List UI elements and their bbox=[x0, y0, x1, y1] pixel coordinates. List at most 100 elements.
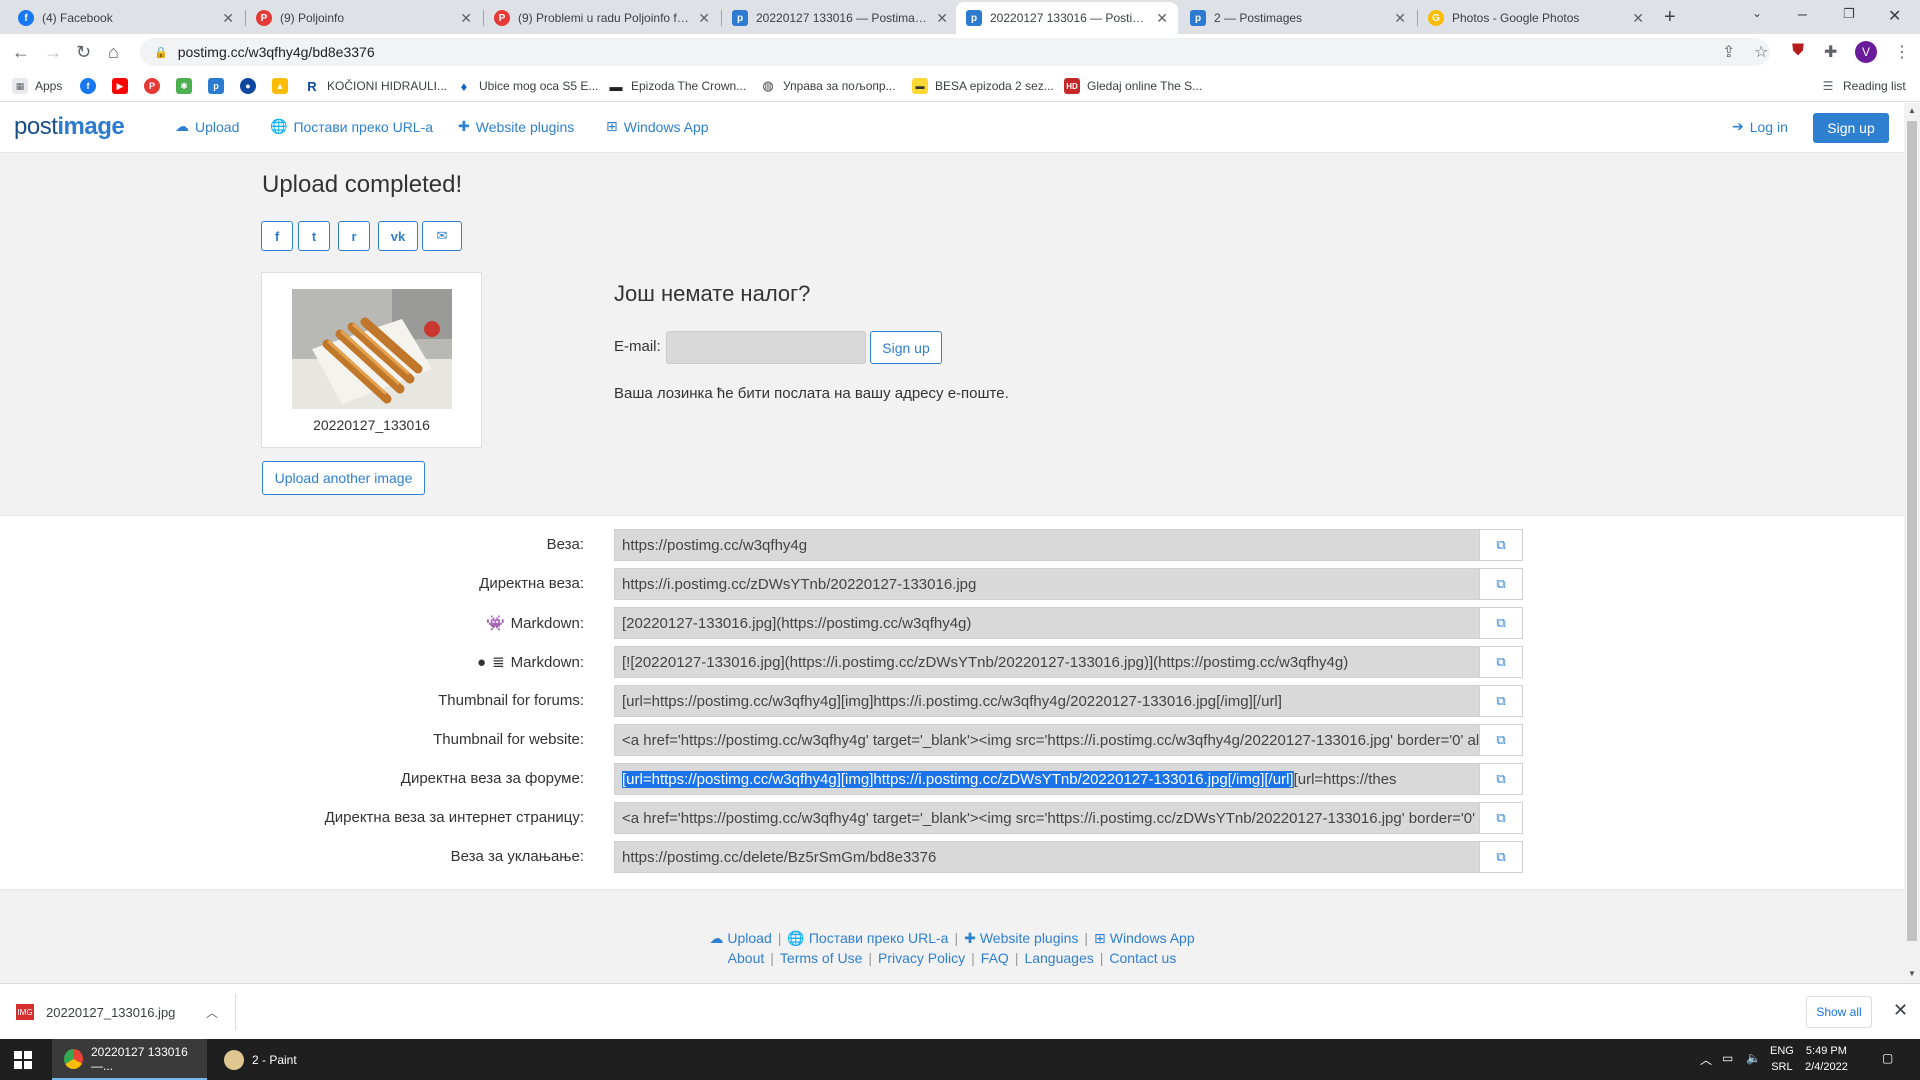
close-icon[interactable]: ✕ bbox=[936, 10, 948, 27]
close-icon[interactable]: ✕ bbox=[1632, 10, 1644, 27]
footer-faq[interactable]: FAQ bbox=[981, 950, 1009, 966]
bookmark-pinwheel[interactable]: ✱ bbox=[176, 76, 199, 96]
footer-terms[interactable]: Terms of Use bbox=[780, 950, 862, 966]
system-clock[interactable]: 5:49 PM 2/4/2022 bbox=[1805, 1043, 1848, 1075]
link-field[interactable]: <a href='https://postimg.cc/w3qfhy4g' ta… bbox=[614, 802, 1480, 834]
network-icon[interactable]: ▭ bbox=[1722, 1051, 1733, 1065]
browser-tab[interactable]: P (9) Problemi u radu Poljoinfo fonda ✕ bbox=[484, 2, 720, 34]
close-icon[interactable]: ✕ bbox=[1893, 1000, 1908, 1021]
nav-upload-url[interactable]: 🌐 Постави преко URL-a bbox=[270, 118, 433, 135]
close-icon[interactable]: ✕ bbox=[1394, 10, 1406, 27]
share-vk-button[interactable]: vk bbox=[378, 221, 418, 251]
close-icon[interactable]: ✕ bbox=[460, 10, 472, 27]
nav-login[interactable]: ➔ Log in bbox=[1732, 118, 1788, 135]
address-bar[interactable]: 🔒 postimg.cc/w3qfhy4g/bd8e3376 bbox=[140, 38, 1770, 66]
footer-plugins[interactable]: Website plugins bbox=[980, 930, 1079, 946]
signup-button[interactable]: Sign up bbox=[1813, 113, 1889, 143]
copy-icon[interactable]: ⧉ bbox=[1480, 646, 1523, 678]
bookmark-kocioni[interactable]: R KOČIONI HIDRAULI... bbox=[304, 76, 447, 96]
browser-tab-active[interactable]: p 20220127 133016 — Postimages ✕ bbox=[956, 2, 1178, 34]
browser-tab[interactable]: p 2 — Postimages ✕ bbox=[1180, 2, 1416, 34]
home-icon[interactable]: ⌂ bbox=[108, 42, 119, 63]
forward-icon[interactable]: → bbox=[44, 42, 62, 63]
footer-privacy[interactable]: Privacy Policy bbox=[878, 950, 965, 966]
bookmark-facebook[interactable]: f bbox=[80, 76, 103, 96]
browser-tab[interactable]: p 20220127 133016 — Postimages ✕ bbox=[722, 2, 958, 34]
bookmark-besa[interactable]: ▬ BESA epizoda 2 sez... bbox=[912, 76, 1054, 96]
taskbar-chrome[interactable]: 20220127 133016 —... bbox=[52, 1039, 207, 1080]
copy-icon[interactable]: ⧉ bbox=[1480, 607, 1523, 639]
copy-icon[interactable]: ⧉ bbox=[1480, 685, 1523, 717]
chevron-up-icon[interactable]: ︿ bbox=[206, 1004, 218, 1021]
link-field[interactable]: https://postimg.cc/w3qfhy4g bbox=[614, 529, 1480, 561]
link-field[interactable]: [20220127-133016.jpg](https://postimg.cc… bbox=[614, 607, 1480, 639]
copy-icon[interactable]: ⧉ bbox=[1480, 529, 1523, 561]
download-item[interactable]: IMG 20220127_133016.jpg ︿ bbox=[16, 994, 236, 1030]
footer-upload-url[interactable]: Постави преко URL-a bbox=[809, 930, 949, 946]
close-icon[interactable]: ✕ bbox=[698, 10, 710, 27]
copy-icon[interactable]: ⧉ bbox=[1480, 724, 1523, 756]
postimage-logo[interactable]: postimage bbox=[14, 113, 125, 141]
ublock-icon[interactable]: ⛊ bbox=[1792, 42, 1804, 60]
footer-about[interactable]: About bbox=[728, 950, 765, 966]
notifications-icon[interactable]: ▢ bbox=[1882, 1051, 1893, 1065]
link-field[interactable]: <a href='https://postimg.cc/w3qfhy4g' ta… bbox=[614, 724, 1480, 756]
input-language[interactable]: ENG SRL bbox=[1770, 1043, 1794, 1075]
nav-windows-app[interactable]: ⊞ Windows App bbox=[606, 118, 709, 135]
copy-icon[interactable]: ⧉ bbox=[1480, 802, 1523, 834]
share-facebook-button[interactable]: f bbox=[261, 221, 293, 251]
upload-another-button[interactable]: Upload another image bbox=[262, 461, 425, 495]
share-page-icon[interactable]: ⇪ bbox=[1722, 42, 1735, 62]
nav-upload[interactable]: ☁ Upload bbox=[175, 118, 239, 135]
footer-languages[interactable]: Languages bbox=[1024, 950, 1093, 966]
window-close-icon[interactable]: ✕ bbox=[1888, 6, 1901, 26]
minimize-icon[interactable]: – bbox=[1798, 6, 1807, 24]
copy-icon[interactable]: ⧉ bbox=[1480, 568, 1523, 600]
bookmark-youtube[interactable]: ▶ bbox=[112, 76, 135, 96]
footer-windows-app[interactable]: Windows App bbox=[1110, 930, 1195, 946]
browser-tab[interactable]: f (4) Facebook ✕ bbox=[8, 2, 244, 34]
new-tab-icon[interactable]: + bbox=[1664, 6, 1676, 29]
uploaded-image-thumbnail[interactable] bbox=[292, 289, 452, 409]
bookmark-ubice[interactable]: ♦ Ubice mog oca S5 E... bbox=[456, 76, 598, 96]
close-icon[interactable]: ✕ bbox=[1156, 10, 1168, 27]
link-field[interactable]: [url=https://postimg.cc/w3qfhy4g][img]ht… bbox=[614, 763, 1480, 795]
email-input[interactable] bbox=[666, 331, 866, 364]
back-icon[interactable]: ← bbox=[12, 42, 30, 63]
menu-icon[interactable]: ⋮ bbox=[1894, 42, 1910, 62]
page-scrollbar[interactable]: ▲ ▼ bbox=[1904, 103, 1920, 983]
taskbar-paint[interactable]: 2 - Paint bbox=[212, 1039, 367, 1080]
link-field[interactable]: [url=https://postimg.cc/w3qfhy4g][img]ht… bbox=[614, 685, 1480, 717]
show-all-button[interactable]: Show all bbox=[1806, 996, 1872, 1028]
scrollbar-thumb[interactable] bbox=[1907, 121, 1917, 941]
share-email-button[interactable]: ✉ bbox=[422, 221, 462, 251]
bookmark-apps[interactable]: ▦ Apps bbox=[12, 76, 62, 96]
tab-search-icon[interactable]: ⌄ bbox=[1752, 6, 1762, 20]
volume-icon[interactable]: 🔈 bbox=[1746, 1051, 1761, 1065]
nav-plugins[interactable]: ✚ Website plugins bbox=[458, 118, 574, 135]
copy-icon[interactable]: ⧉ bbox=[1480, 763, 1523, 795]
scroll-up-icon[interactable]: ▲ bbox=[1908, 106, 1916, 115]
browser-tab[interactable]: G Photos - Google Photos ✕ bbox=[1418, 2, 1654, 34]
tray-chevron-up-icon[interactable]: ︿ bbox=[1700, 1051, 1712, 1068]
bookmark-gledaj[interactable]: HD Gledaj online The S... bbox=[1064, 76, 1202, 96]
share-twitter-button[interactable]: t bbox=[298, 221, 330, 251]
bookmark-uprava[interactable]: ◍ Управа за пољопр... bbox=[760, 76, 896, 96]
bookmark-globe[interactable]: ● bbox=[240, 76, 263, 96]
footer-contact[interactable]: Contact us bbox=[1109, 950, 1176, 966]
browser-tab[interactable]: P (9) Poljoinfo ✕ bbox=[246, 2, 482, 34]
bookmark-ads[interactable]: ▲ bbox=[272, 76, 295, 96]
windows-start-icon[interactable] bbox=[14, 1051, 32, 1069]
extensions-icon[interactable]: ✚ bbox=[1824, 42, 1837, 62]
bookmark-crown[interactable]: ▬ Epizoda The Crown... bbox=[608, 76, 746, 96]
email-signup-button[interactable]: Sign up bbox=[870, 331, 942, 364]
profile-avatar[interactable]: V bbox=[1855, 41, 1877, 63]
scroll-down-icon[interactable]: ▼ bbox=[1908, 969, 1916, 978]
reading-list[interactable]: ☰ Reading list bbox=[1820, 76, 1906, 96]
link-field[interactable]: [![20220127-133016.jpg](https://i.postim… bbox=[614, 646, 1480, 678]
copy-icon[interactable]: ⧉ bbox=[1480, 841, 1523, 873]
bookmark-postimages[interactable]: p bbox=[208, 76, 231, 96]
close-icon[interactable]: ✕ bbox=[222, 10, 234, 27]
reload-icon[interactable]: ↻ bbox=[76, 42, 91, 63]
link-field[interactable]: https://postimg.cc/delete/Bz5rSmGm/bd8e3… bbox=[614, 841, 1480, 873]
